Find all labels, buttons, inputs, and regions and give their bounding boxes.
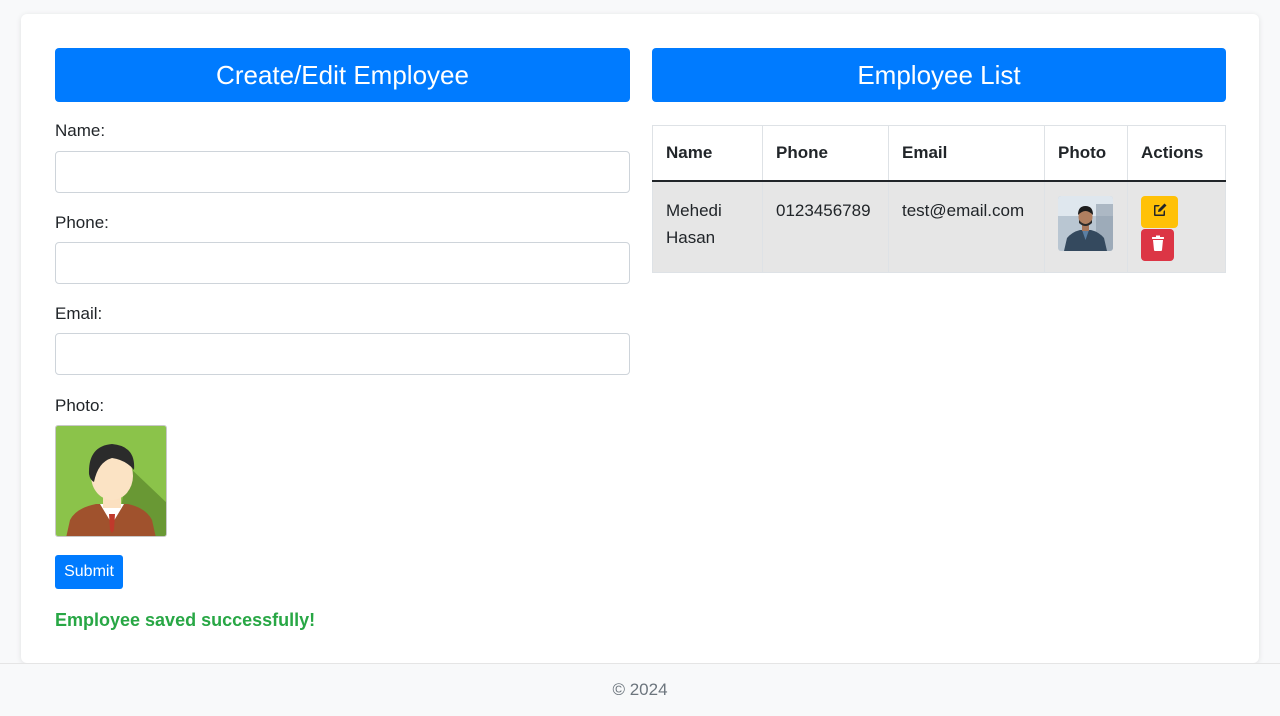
default-avatar-icon[interactable] [55,425,167,537]
employee-list: Employee List Name Phone Email Photo Act… [652,48,1226,273]
submit-button[interactable]: Submit [55,555,123,589]
delete-button[interactable] [1141,228,1174,261]
column-header-email: Email [888,125,1045,182]
cell-phone: 0123456789 [762,180,889,273]
phone-input[interactable] [55,242,630,284]
employee-last-name: Hasan [666,227,716,247]
edit-icon [1152,202,1168,221]
table-header-row: Name Phone Email Photo Actions [652,125,1226,182]
main-card: Create/Edit Employee Name: Phone: Email:… [21,14,1259,663]
form-title: Create/Edit Employee [55,48,630,102]
column-header-phone: Phone [762,125,889,182]
employee-first-name: Mehedi [666,200,722,220]
name-input[interactable] [55,151,630,193]
success-message: Employee saved successfully! [55,610,316,630]
employee-form: Create/Edit Employee Name: Phone: Email:… [55,48,630,631]
email-label: Email: [55,304,103,323]
employee-table: Name Phone Email Photo Actions Mehedi Ha… [652,125,1226,273]
copyright-text: © 2024 [612,680,668,699]
edit-button[interactable] [1141,195,1178,228]
cell-actions [1127,180,1226,273]
employee-photo [1058,195,1113,251]
photo-label: Photo: [55,396,105,415]
column-header-name: Name [652,125,763,182]
cell-name: Mehedi Hasan [652,180,763,273]
trash-icon [1151,235,1165,254]
cell-email: test@email.com [888,180,1045,273]
column-header-actions: Actions [1127,125,1226,182]
table-row: Mehedi Hasan 0123456789 test@email.com [652,180,1226,273]
email-input[interactable] [55,333,630,375]
footer: © 2024 [0,663,1280,716]
cell-photo [1044,180,1128,273]
column-header-photo: Photo [1044,125,1128,182]
list-title: Employee List [652,48,1226,102]
phone-label: Phone: [55,213,109,232]
name-label: Name: [55,121,106,140]
